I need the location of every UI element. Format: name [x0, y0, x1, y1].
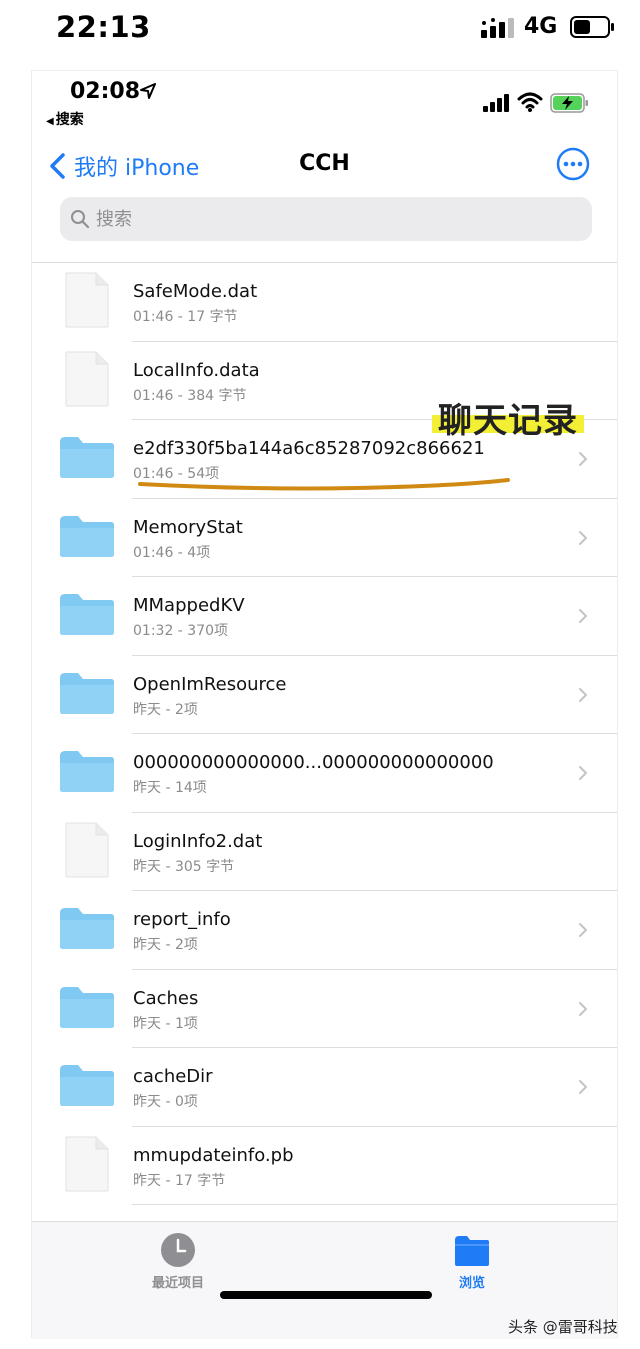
inner-status-bar: 02:08 ◀ 搜索 — [32, 71, 617, 131]
chevron-right-icon — [579, 609, 587, 624]
item-name: 000000000000000...000000000000000 — [133, 752, 494, 773]
item-name: cacheDir — [133, 1066, 213, 1087]
back-to-app-link[interactable]: ◀ 搜索 — [46, 109, 84, 129]
item-meta: 昨天 - 1项 — [133, 1015, 198, 1032]
item-name: Caches — [133, 987, 199, 1009]
item-meta: 昨天 - 14项 — [133, 780, 207, 796]
chevron-right-icon — [579, 687, 587, 702]
row-divider — [132, 1204, 617, 1205]
item-name: MMappedKV — [133, 595, 245, 616]
annotation-label: 聊天记录 — [432, 393, 584, 442]
document-icon — [64, 821, 110, 883]
document-icon — [64, 1135, 110, 1197]
back-to-app-label: 搜索 — [55, 112, 84, 128]
folder-row[interactable]: cacheDir 昨天 - 0项 — [32, 1048, 617, 1127]
search-bar[interactable] — [60, 197, 592, 241]
item-meta: 昨天 - 0项 — [133, 1094, 198, 1110]
folder-row[interactable]: report_info 昨天 - 2项 — [32, 891, 617, 970]
item-meta: 昨天 - 305 字节 — [133, 858, 235, 875]
file-row[interactable]: LoginInfo2.dat 昨天 - 305 字节 — [32, 813, 617, 891]
folder-icon — [58, 434, 116, 484]
folder-row[interactable]: 000000000000000...000000000000000 昨天 - 14… — [32, 734, 617, 813]
item-name: MemoryStat — [133, 516, 243, 538]
wifi-icon — [517, 92, 543, 112]
item-meta: 01:32 - 370项 — [133, 623, 229, 639]
tab-browse[interactable]: 浏览 — [412, 1232, 532, 1291]
tab-recent-label: 最近项目 — [151, 1276, 204, 1291]
search-input[interactable] — [96, 208, 556, 230]
annotation-underline — [138, 478, 510, 491]
back-triangle-icon: ◀ — [46, 116, 54, 127]
watermark: 头条 @雷哥科技 — [508, 1318, 618, 1336]
folder-icon — [58, 748, 116, 798]
folder-icon — [58, 591, 116, 641]
tab-recent[interactable]: 最近项目 — [118, 1232, 238, 1291]
search-icon — [71, 210, 90, 229]
document-icon — [64, 350, 110, 412]
outer-status-time: 22:13 — [56, 10, 151, 44]
tab-browse-label: 浏览 — [458, 1276, 485, 1291]
network-type: 4G — [524, 14, 558, 39]
folder-icon — [58, 670, 116, 720]
item-meta: 昨天 - 2项 — [133, 937, 198, 953]
item-meta: 01:46 - 4项 — [133, 544, 211, 561]
item-meta: 01:46 - 384 字节 — [133, 387, 247, 404]
folder-icon — [58, 513, 116, 563]
charging-battery-icon — [550, 93, 588, 113]
item-name: mmupdateinfo.pb — [133, 1144, 294, 1166]
item-meta: 昨天 - 17 字节 — [133, 1172, 226, 1189]
item-name: SafeMode.dat — [133, 281, 258, 302]
file-row[interactable]: mmupdateinfo.pb 昨天 - 17 字节 — [32, 1127, 617, 1205]
chevron-right-icon — [579, 923, 587, 938]
item-meta: 01:46 - 17 字节 — [133, 309, 238, 325]
document-icon — [64, 271, 110, 333]
chevron-right-icon — [579, 452, 587, 467]
inner-signal-icon — [483, 94, 509, 112]
folder-row[interactable]: MemoryStat 01:46 - 4项 — [32, 499, 617, 577]
item-name: LoginInfo2.dat — [133, 830, 263, 852]
cellular-signal-icon — [481, 18, 514, 38]
location-arrow-icon — [140, 83, 156, 99]
files-app-screenshot: 02:08 ◀ 搜索 我的 iPhone CCH 搜索 SafeMode.dat… — [31, 70, 618, 1339]
item-name: report_info — [133, 909, 231, 930]
outer-status-bar: 22:13 4G — [0, 0, 640, 58]
clock-icon — [161, 1233, 195, 1267]
chevron-right-icon — [579, 1001, 587, 1016]
chevron-right-icon — [579, 1080, 587, 1095]
folder-icon — [58, 1062, 116, 1112]
item-name: OpenImResource — [133, 673, 287, 695]
battery-icon — [570, 16, 614, 38]
folder-row[interactable]: OpenImResource 昨天 - 2项 — [32, 656, 617, 734]
item-name: LocalInfo.data — [133, 359, 260, 381]
item-meta: 昨天 - 2项 — [133, 701, 198, 718]
folder-icon — [58, 905, 116, 955]
inner-status-time: 02:08 — [70, 79, 141, 104]
file-row[interactable]: SafeMode.dat 01:46 - 17 字节 — [32, 263, 617, 342]
navigation-bar: 我的 iPhone CCH — [32, 147, 617, 187]
folder-icon — [455, 1236, 489, 1266]
folder-icon — [58, 984, 116, 1034]
folder-row[interactable]: MMappedKV 01:32 - 370项 — [32, 577, 617, 656]
more-options-icon[interactable] — [556, 147, 590, 181]
chevron-right-icon — [579, 530, 587, 545]
page-title: CCH — [299, 151, 350, 176]
chevron-right-icon — [579, 766, 587, 781]
folder-row[interactable]: Caches 昨天 - 1项 — [32, 970, 617, 1048]
home-indicator[interactable] — [220, 1291, 432, 1299]
